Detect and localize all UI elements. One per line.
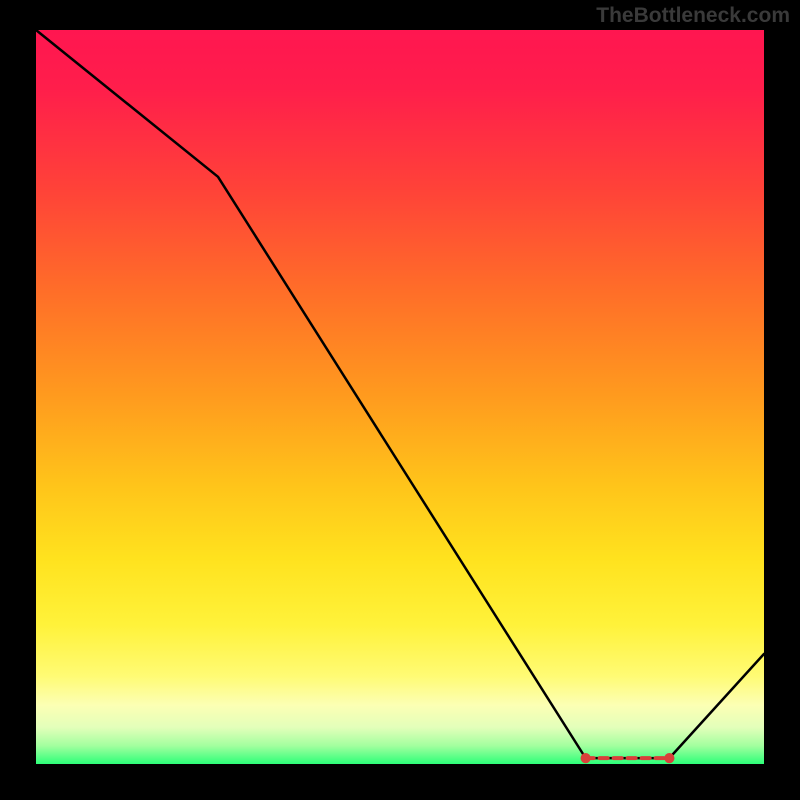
data-line (36, 30, 764, 758)
attribution-watermark: TheBottleneck.com (596, 4, 790, 28)
optimal-end-dot (664, 753, 674, 763)
optimal-start-dot (581, 753, 591, 763)
plot-area (36, 30, 764, 764)
chart-svg (36, 30, 764, 764)
chart-stage: TheBottleneck.com (0, 0, 800, 800)
